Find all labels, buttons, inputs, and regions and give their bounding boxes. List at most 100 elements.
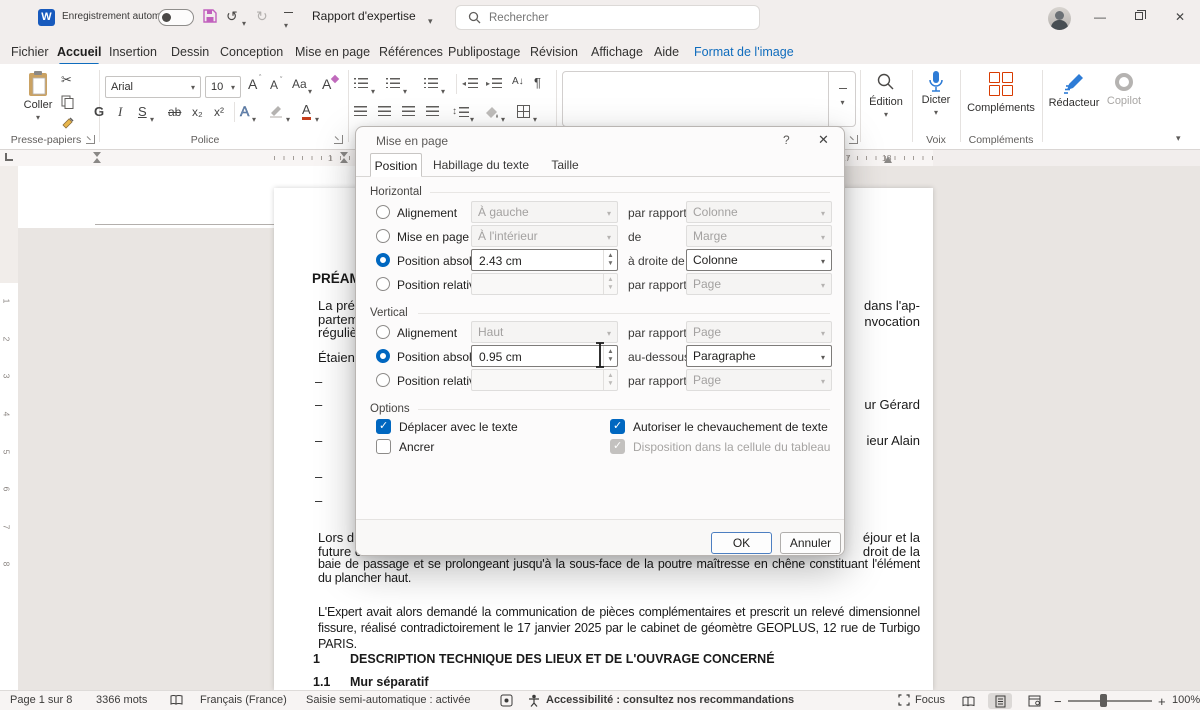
first-line-indent-marker[interactable] [93, 152, 101, 157]
hanging-indent-marker[interactable] [93, 158, 101, 163]
cut-icon[interactable]: ✂ [61, 72, 72, 88]
line-spacing-button[interactable]: ↕ [452, 106, 469, 117]
addins-button[interactable]: Compléments [964, 72, 1038, 114]
search-box[interactable] [455, 5, 760, 30]
strikethrough-button[interactable]: ab [168, 105, 181, 119]
autosave-toggle[interactable] [158, 9, 194, 26]
justify-button[interactable] [426, 106, 439, 116]
dialog-close-button[interactable]: ✕ [818, 132, 829, 148]
tab-insertion[interactable]: Insertion [109, 45, 157, 59]
h-book-layout-radio[interactable] [376, 229, 390, 243]
first-line-indent-marker[interactable] [340, 152, 348, 157]
copy-icon[interactable] [61, 95, 74, 109]
h-absolute-position-input[interactable]: 2.43 cm▲▼ [471, 249, 618, 271]
autocomplete-indicator[interactable]: Saisie semi-automatique : activée [306, 694, 470, 706]
change-case-button[interactable]: Aa [292, 77, 307, 91]
zoom-out-button[interactable]: − [1054, 694, 1062, 709]
dialog-tab-habillage[interactable]: Habillage du texte [422, 153, 540, 177]
save-icon[interactable] [202, 8, 218, 24]
print-layout-button[interactable] [988, 693, 1012, 709]
italic-button[interactable]: I [118, 104, 122, 120]
clipboard-dialog-launcher[interactable] [86, 135, 95, 144]
find-button[interactable]: Édition [864, 72, 908, 120]
avatar[interactable] [1048, 7, 1071, 30]
v-absolute-relative-select[interactable]: Paragraphe [686, 345, 832, 367]
multilevel-list-button[interactable] [424, 78, 438, 88]
word-count[interactable]: 3366 mots [96, 694, 147, 706]
h-absolute-relative-select[interactable]: Colonne [686, 249, 832, 271]
format-painter-icon[interactable] [61, 117, 75, 131]
v-alignment-radio[interactable] [376, 325, 390, 339]
font-size-select[interactable]: 10 [205, 76, 241, 98]
h-relative-position-radio[interactable] [376, 277, 390, 291]
proofing-icon[interactable] [170, 694, 183, 706]
language-indicator[interactable]: Français (France) [200, 694, 287, 706]
restore-button[interactable] [1126, 5, 1154, 29]
styles-dialog-launcher[interactable] [849, 135, 858, 144]
font-name-select[interactable]: Arial [105, 76, 201, 98]
focus-mode-button[interactable]: Focus [915, 694, 945, 706]
undo-chevron-icon[interactable] [242, 13, 246, 31]
vertical-ruler[interactable]: 1 2 3 4 5 6 7 8 [0, 166, 18, 690]
tab-revision[interactable]: Révision [530, 45, 578, 59]
dialog-help-button[interactable]: ? [783, 133, 790, 147]
underline-button[interactable]: S [138, 104, 147, 119]
shrink-font-button[interactable]: A [270, 78, 278, 92]
bullet-list-button[interactable] [354, 78, 368, 88]
editor-button[interactable]: Rédacteur [1046, 72, 1102, 109]
autocomplete-icon[interactable] [500, 694, 513, 707]
search-input[interactable] [489, 12, 729, 24]
grow-font-button[interactable]: A [248, 76, 257, 92]
tab-format-image[interactable]: Format de l'image [694, 45, 794, 59]
word-logo-icon[interactable]: W [38, 9, 55, 26]
web-layout-button[interactable] [1022, 693, 1046, 709]
zoom-in-button[interactable]: + [1158, 694, 1166, 709]
shading-button[interactable] [484, 106, 500, 119]
align-left-button[interactable] [354, 106, 367, 116]
subscript-button[interactable]: x₂ [192, 105, 203, 119]
tab-conception[interactable]: Conception [220, 45, 283, 59]
h-alignment-radio[interactable] [376, 205, 390, 219]
superscript-button[interactable]: x² [214, 105, 224, 119]
ok-button[interactable]: OK [711, 532, 772, 554]
v-relative-position-radio[interactable] [376, 373, 390, 387]
paste-button[interactable]: Coller [20, 70, 56, 123]
borders-button[interactable] [517, 105, 530, 118]
close-button[interactable]: ✕ [1166, 5, 1194, 29]
v-absolute-position-radio[interactable] [376, 349, 390, 363]
align-right-button[interactable] [402, 106, 415, 116]
tab-fichier[interactable]: Fichier [11, 45, 49, 59]
undo-icon[interactable]: ↺ [226, 8, 238, 25]
align-center-button[interactable] [378, 106, 391, 116]
bold-button[interactable]: G [94, 104, 104, 119]
sort-button[interactable]: A↓ [512, 76, 524, 87]
tab-dessin[interactable]: Dessin [171, 45, 209, 59]
tab-publipostage[interactable]: Publipostage [448, 45, 520, 59]
page-indicator[interactable]: Page 1 sur 8 [10, 694, 72, 706]
move-with-text-checkbox[interactable] [376, 419, 391, 434]
tab-accueil[interactable]: Accueil [57, 45, 101, 59]
dialog-tab-taille[interactable]: Taille [540, 153, 590, 177]
collapse-ribbon-button[interactable] [1176, 128, 1181, 146]
text-effects-button[interactable]: A [240, 103, 249, 119]
dialog-tab-position[interactable]: Position [370, 153, 422, 177]
font-dialog-launcher[interactable] [334, 135, 343, 144]
numbered-list-button[interactable] [386, 78, 400, 88]
tab-references[interactable]: Références [379, 45, 443, 59]
zoom-level[interactable]: 100% [1172, 694, 1200, 706]
underline-chevron-icon[interactable] [150, 109, 154, 127]
tab-selector-icon[interactable] [5, 153, 13, 161]
pilcrow-button[interactable]: ¶ [534, 75, 541, 90]
allow-overlap-checkbox[interactable] [610, 419, 625, 434]
tab-mise-en-page[interactable]: Mise en page [295, 45, 370, 59]
tab-affichage[interactable]: Affichage [591, 45, 643, 59]
highlight-button[interactable] [268, 104, 284, 118]
right-indent-marker[interactable] [884, 156, 892, 163]
zoom-slider-track[interactable] [1068, 700, 1152, 702]
tab-aide[interactable]: Aide [654, 45, 679, 59]
font-color-button[interactable]: A [302, 102, 311, 120]
accessibility-status[interactable]: Accessibilité : consultez nos recommanda… [546, 694, 794, 706]
gallery-more-button[interactable] [840, 92, 844, 110]
zoom-slider-handle[interactable] [1100, 694, 1107, 707]
h-absolute-position-radio[interactable] [376, 253, 390, 267]
